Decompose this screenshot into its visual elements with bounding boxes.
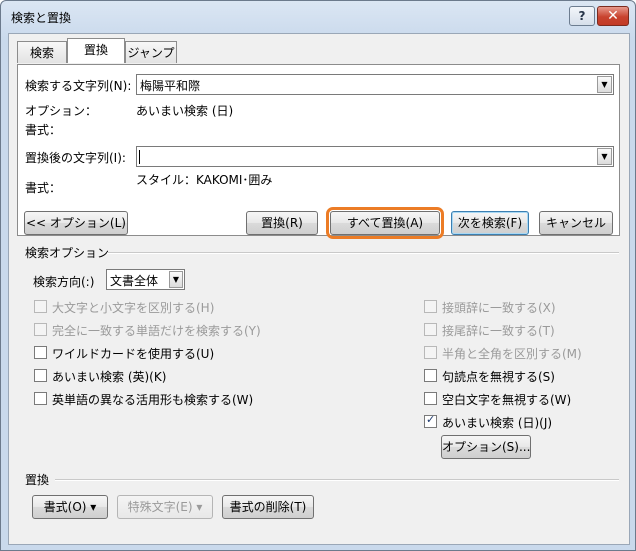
window-title: 検索と置換: [11, 11, 72, 25]
find-dropdown-arrow-icon[interactable]: ▼: [597, 76, 612, 93]
direction-value: 文書全体: [110, 274, 159, 288]
close-button[interactable]: ✕: [597, 6, 629, 26]
half-full-width-label: 半角と全角を区別する(M): [442, 347, 582, 361]
help-button[interactable]: ?: [569, 6, 595, 26]
clear-format-button[interactable]: 書式の削除(T): [222, 495, 314, 519]
replace-section-divider: [55, 479, 619, 481]
direction-dropdown-arrow-icon[interactable]: ▼: [169, 271, 183, 288]
find-replace-dialog: 検索と置換 ? ✕ 検索 置換 ジャンプ 検索する文字列(N): 梅陽平和際 ▼…: [0, 0, 636, 551]
match-prefix-checkbox[interactable]: [424, 300, 437, 313]
ignore-punctuation-label: 句読点を無視する(S): [442, 370, 555, 384]
fuzzy-english-checkbox[interactable]: [34, 369, 47, 382]
ignore-whitespace-label: 空白文字を無視する(W): [442, 393, 572, 407]
format-menu-button[interactable]: 書式(O) ▾: [32, 495, 108, 519]
options-toggle-button[interactable]: << オプション(L): [24, 211, 128, 235]
tab-jump[interactable]: ジャンプ: [125, 41, 177, 63]
replace-combobox[interactable]: ▼: [136, 146, 614, 167]
match-suffix-checkbox[interactable]: [424, 323, 437, 336]
fuzzy-japanese-label: あいまい検索 (日)(J): [442, 416, 553, 430]
match-suffix-label: 接尾辞に一致する(T): [442, 324, 555, 338]
replace-all-button[interactable]: すべて置換(A): [326, 207, 444, 239]
ignore-punctuation-checkbox[interactable]: [424, 369, 437, 382]
word-forms-checkbox[interactable]: [34, 392, 47, 405]
find-format-label: 書式：: [25, 123, 62, 137]
match-prefix-label: 接頭辞に一致する(X): [442, 301, 556, 315]
tab-replace[interactable]: 置換: [67, 38, 125, 63]
replace-label: 置換後の文字列(I):: [25, 151, 126, 165]
find-combobox[interactable]: 梅陽平和際 ▼: [136, 74, 614, 95]
replace-format-label: 書式：: [25, 181, 62, 195]
replace-button[interactable]: 置換(R): [246, 211, 318, 235]
find-next-button[interactable]: 次を検索(F): [451, 211, 529, 235]
search-options-title: 検索オプション: [25, 246, 110, 260]
checkmark-icon: ✓: [426, 413, 436, 426]
title-bar[interactable]: 検索と置換 ? ✕: [1, 1, 635, 33]
find-input[interactable]: 梅陽平和際: [140, 77, 200, 94]
fuzzy-japanese-checkbox[interactable]: ✓: [424, 413, 437, 428]
direction-select[interactable]: 文書全体 ▼: [106, 269, 185, 290]
half-full-width-checkbox[interactable]: [424, 346, 437, 359]
find-options-label: オプション：: [25, 104, 98, 118]
find-label: 検索する文字列(N):: [25, 79, 132, 93]
wildcard-checkbox[interactable]: [34, 346, 47, 359]
whole-word-checkbox[interactable]: [34, 323, 47, 336]
replace-tab-panel: 検索する文字列(N): 梅陽平和際 ▼ オプション： あいまい検索 (日) 書式…: [17, 64, 620, 239]
dialog-body: 検索 置換 ジャンプ 検索する文字列(N): 梅陽平和際 ▼ オプション： あい…: [8, 33, 630, 545]
word-forms-label: 英単語の異なる活用形も検索する(W): [52, 393, 254, 407]
replace-dropdown-arrow-icon[interactable]: ▼: [597, 148, 612, 165]
fuzzy-english-label: あいまい検索 (英)(K): [52, 370, 167, 384]
replace-section-title: 置換: [25, 473, 50, 487]
match-case-checkbox[interactable]: [34, 300, 47, 313]
replace-format-value: スタイル：KAKOMI･囲み: [136, 173, 273, 187]
search-options-divider: [107, 252, 619, 254]
match-case-label: 大文字と小文字を区別する(H): [52, 301, 215, 315]
whole-word-label: 完全に一致する単語だけを検索する(Y): [52, 324, 261, 338]
ignore-whitespace-checkbox[interactable]: [424, 392, 437, 405]
special-chars-button: 特殊文字(E) ▾: [117, 495, 213, 519]
direction-label: 検索方向(:): [33, 275, 95, 289]
tab-find[interactable]: 検索: [17, 41, 67, 63]
cancel-button[interactable]: キャンセル: [539, 211, 613, 235]
wildcard-label: ワイルドカードを使用する(U): [52, 347, 215, 361]
find-options-value: あいまい検索 (日): [136, 104, 234, 118]
text-caret: [139, 150, 140, 164]
fuzzy-options-button[interactable]: オプション(S)...: [441, 435, 531, 459]
